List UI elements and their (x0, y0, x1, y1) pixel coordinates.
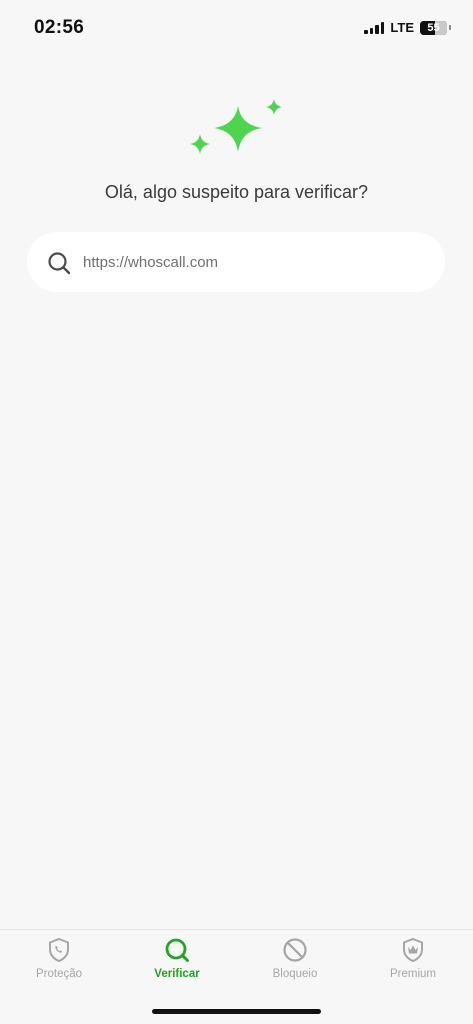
search-icon (48, 252, 71, 275)
status-time: 02:56 (34, 17, 85, 38)
network-type: LTE (390, 20, 414, 35)
tab-premium[interactable]: Premium (354, 936, 472, 996)
tab-label: Bloqueio (272, 968, 318, 980)
battery-icon: 55 (420, 20, 447, 35)
shield-phone-icon (49, 937, 69, 963)
screen: 02:56 LTE 55 Olá, algo suspeito para ver… (0, 0, 473, 1024)
status-indicators: LTE 55 (364, 20, 451, 35)
tab-bloqueio[interactable]: Bloqueio (236, 936, 354, 996)
search-bar[interactable] (27, 232, 445, 292)
search-icon (165, 938, 189, 962)
home-indicator (152, 1009, 321, 1014)
battery-level: 55 (427, 21, 440, 34)
signal-icon (364, 21, 385, 34)
tab-label: Premium (389, 968, 436, 980)
tab-label: Proteção (35, 968, 83, 980)
tab-label: Verificar (154, 968, 200, 980)
status-bar: 02:56 LTE 55 (0, 0, 473, 56)
search-input[interactable] (83, 232, 423, 292)
tab-verificar[interactable]: Verificar (118, 936, 236, 996)
tab-protecao[interactable]: Proteção (0, 936, 118, 996)
crown-shield-icon (403, 937, 423, 963)
battery-cap (449, 25, 451, 30)
block-icon (283, 938, 307, 962)
sparkles-icon (190, 99, 282, 154)
greeting-heading: Olá, algo suspeito para verificar? (104, 182, 369, 202)
